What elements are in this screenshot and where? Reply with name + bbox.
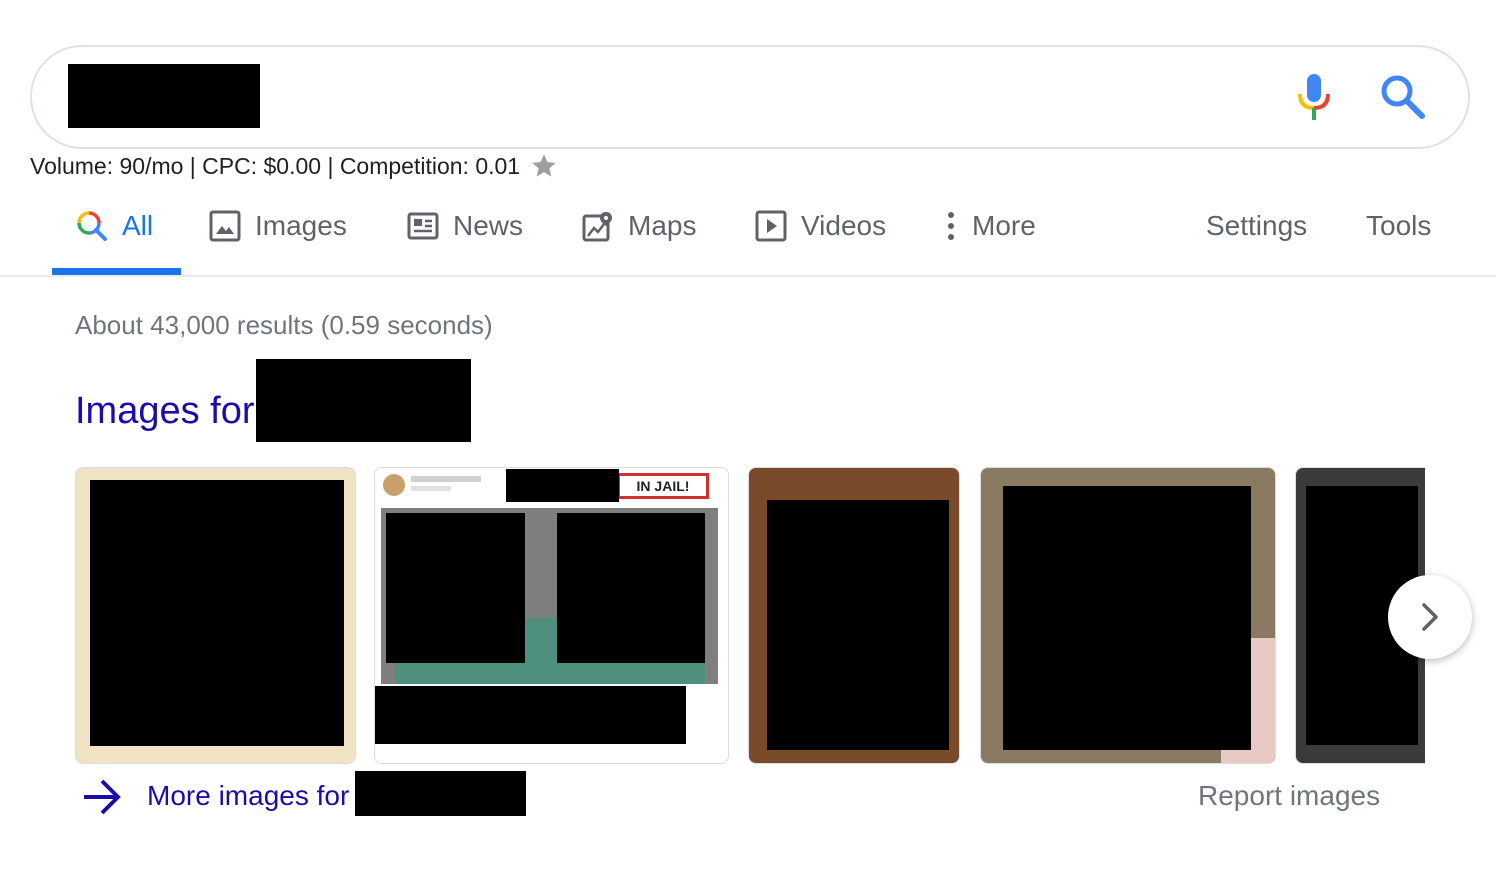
search-query-redacted[interactable] bbox=[68, 64, 260, 128]
tools-button[interactable]: Tools bbox=[1366, 198, 1431, 254]
caption-line bbox=[411, 486, 451, 491]
tab-label: Videos bbox=[801, 210, 887, 241]
tab-label: Maps bbox=[628, 210, 697, 241]
caption-line bbox=[411, 476, 481, 482]
avatar bbox=[383, 474, 405, 496]
star-icon[interactable] bbox=[530, 152, 558, 180]
image-redaction bbox=[506, 469, 619, 502]
tab-more[interactable]: More bbox=[944, 198, 1036, 254]
image-thumbnail-3[interactable] bbox=[748, 467, 960, 764]
settings-button[interactable]: Settings bbox=[1206, 198, 1307, 254]
more-images-link[interactable]: More images for bbox=[147, 780, 349, 812]
search-icon bbox=[76, 210, 108, 242]
tab-maps[interactable]: Maps bbox=[582, 198, 696, 254]
image-thumbnail-2[interactable]: IN JAIL! bbox=[374, 467, 729, 764]
image-redaction bbox=[557, 513, 705, 663]
play-icon bbox=[755, 210, 787, 242]
keyword-stats-bar: Volume: 90/mo | CPC: $0.00 | Competition… bbox=[30, 151, 558, 181]
more-images-redaction bbox=[355, 771, 526, 816]
heading-redaction bbox=[256, 359, 471, 442]
result-stats: About 43,000 results (0.59 seconds) bbox=[75, 310, 493, 340]
newspaper-icon bbox=[407, 210, 439, 242]
tab-images[interactable]: Images bbox=[209, 198, 347, 254]
image-redaction bbox=[767, 500, 949, 750]
report-images-link[interactable]: Report images bbox=[1198, 780, 1380, 812]
keyword-stats-text: Volume: 90/mo | CPC: $0.00 | Competition… bbox=[30, 152, 521, 179]
image-thumbnail-1[interactable] bbox=[75, 467, 356, 764]
image-icon bbox=[209, 210, 241, 242]
image-thumbnail-4[interactable] bbox=[980, 467, 1276, 764]
search-icon[interactable] bbox=[1378, 72, 1426, 120]
tab-news[interactable]: News bbox=[407, 198, 523, 254]
image-redaction bbox=[1003, 486, 1251, 750]
mic-icon[interactable] bbox=[1292, 72, 1336, 122]
tab-label: Images bbox=[255, 210, 347, 241]
images-section-heading[interactable]: Images for bbox=[75, 390, 255, 433]
in-jail-banner: IN JAIL! bbox=[617, 473, 709, 499]
tab-label: News bbox=[453, 210, 524, 241]
image-redaction bbox=[90, 480, 344, 746]
tab-label: All bbox=[122, 210, 154, 241]
carousel-next-button[interactable] bbox=[1388, 575, 1472, 659]
tabs-divider bbox=[0, 275, 1496, 277]
tab-label: More bbox=[972, 210, 1036, 241]
chevron-right-icon bbox=[1422, 603, 1438, 631]
tab-videos[interactable]: Videos bbox=[755, 198, 886, 254]
map-pin-icon bbox=[582, 210, 614, 242]
arrow-right-icon[interactable] bbox=[82, 778, 122, 816]
tab-all[interactable]: All bbox=[76, 198, 153, 254]
vertical-dots-icon bbox=[944, 210, 958, 242]
image-redaction bbox=[375, 686, 686, 744]
image-redaction bbox=[386, 513, 525, 663]
active-tab-indicator bbox=[52, 268, 181, 275]
